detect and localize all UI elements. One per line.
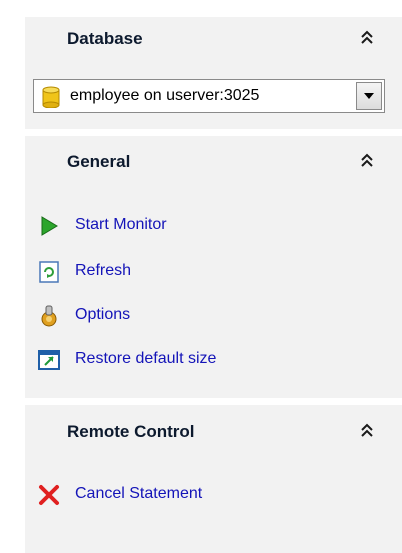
options-icon [37,304,61,328]
database-connection-value: employee on userver:3025 [70,87,260,104]
section-divider [25,129,402,136]
general-collapse-button[interactable] [356,150,378,172]
cancel-x-icon [37,483,61,507]
start-monitor-label: Start Monitor [75,216,167,233]
remote-control-section-header: Remote Control [25,407,402,449]
restore-default-size-link[interactable]: Restore default size [37,347,337,373]
dropdown-arrow-button[interactable] [356,82,382,110]
collapse-chevron-icon [361,30,373,44]
restore-size-icon [37,348,61,372]
database-collapse-button[interactable] [356,27,378,49]
collapse-chevron-icon [361,153,373,167]
collapse-chevron-icon [361,423,373,437]
database-section-title: Database [67,29,143,48]
refresh-label: Refresh [75,262,132,279]
remote-control-section-title: Remote Control [67,422,195,441]
chevron-down-icon [364,93,374,99]
options-link[interactable]: Options [37,303,337,329]
cancel-statement-label: Cancel Statement [75,485,203,502]
general-section-header: General [25,137,402,179]
cancel-statement-link[interactable]: Cancel Statement [37,482,337,508]
play-icon [37,214,61,238]
remote-control-collapse-button[interactable] [356,420,378,442]
refresh-icon [37,260,61,284]
general-section-title: General [67,152,131,171]
refresh-link[interactable]: Refresh [37,259,337,285]
database-icon [41,86,61,109]
database-connection-select[interactable]: employee on userver:3025 [33,79,385,113]
section-divider [25,398,402,405]
restore-default-size-label: Restore default size [75,350,217,367]
start-monitor-link[interactable]: Start Monitor [37,213,337,239]
side-panel: Database employee on userver:3025 Genera… [25,17,402,553]
options-label: Options [75,306,131,323]
database-section-header: Database [25,17,402,59]
